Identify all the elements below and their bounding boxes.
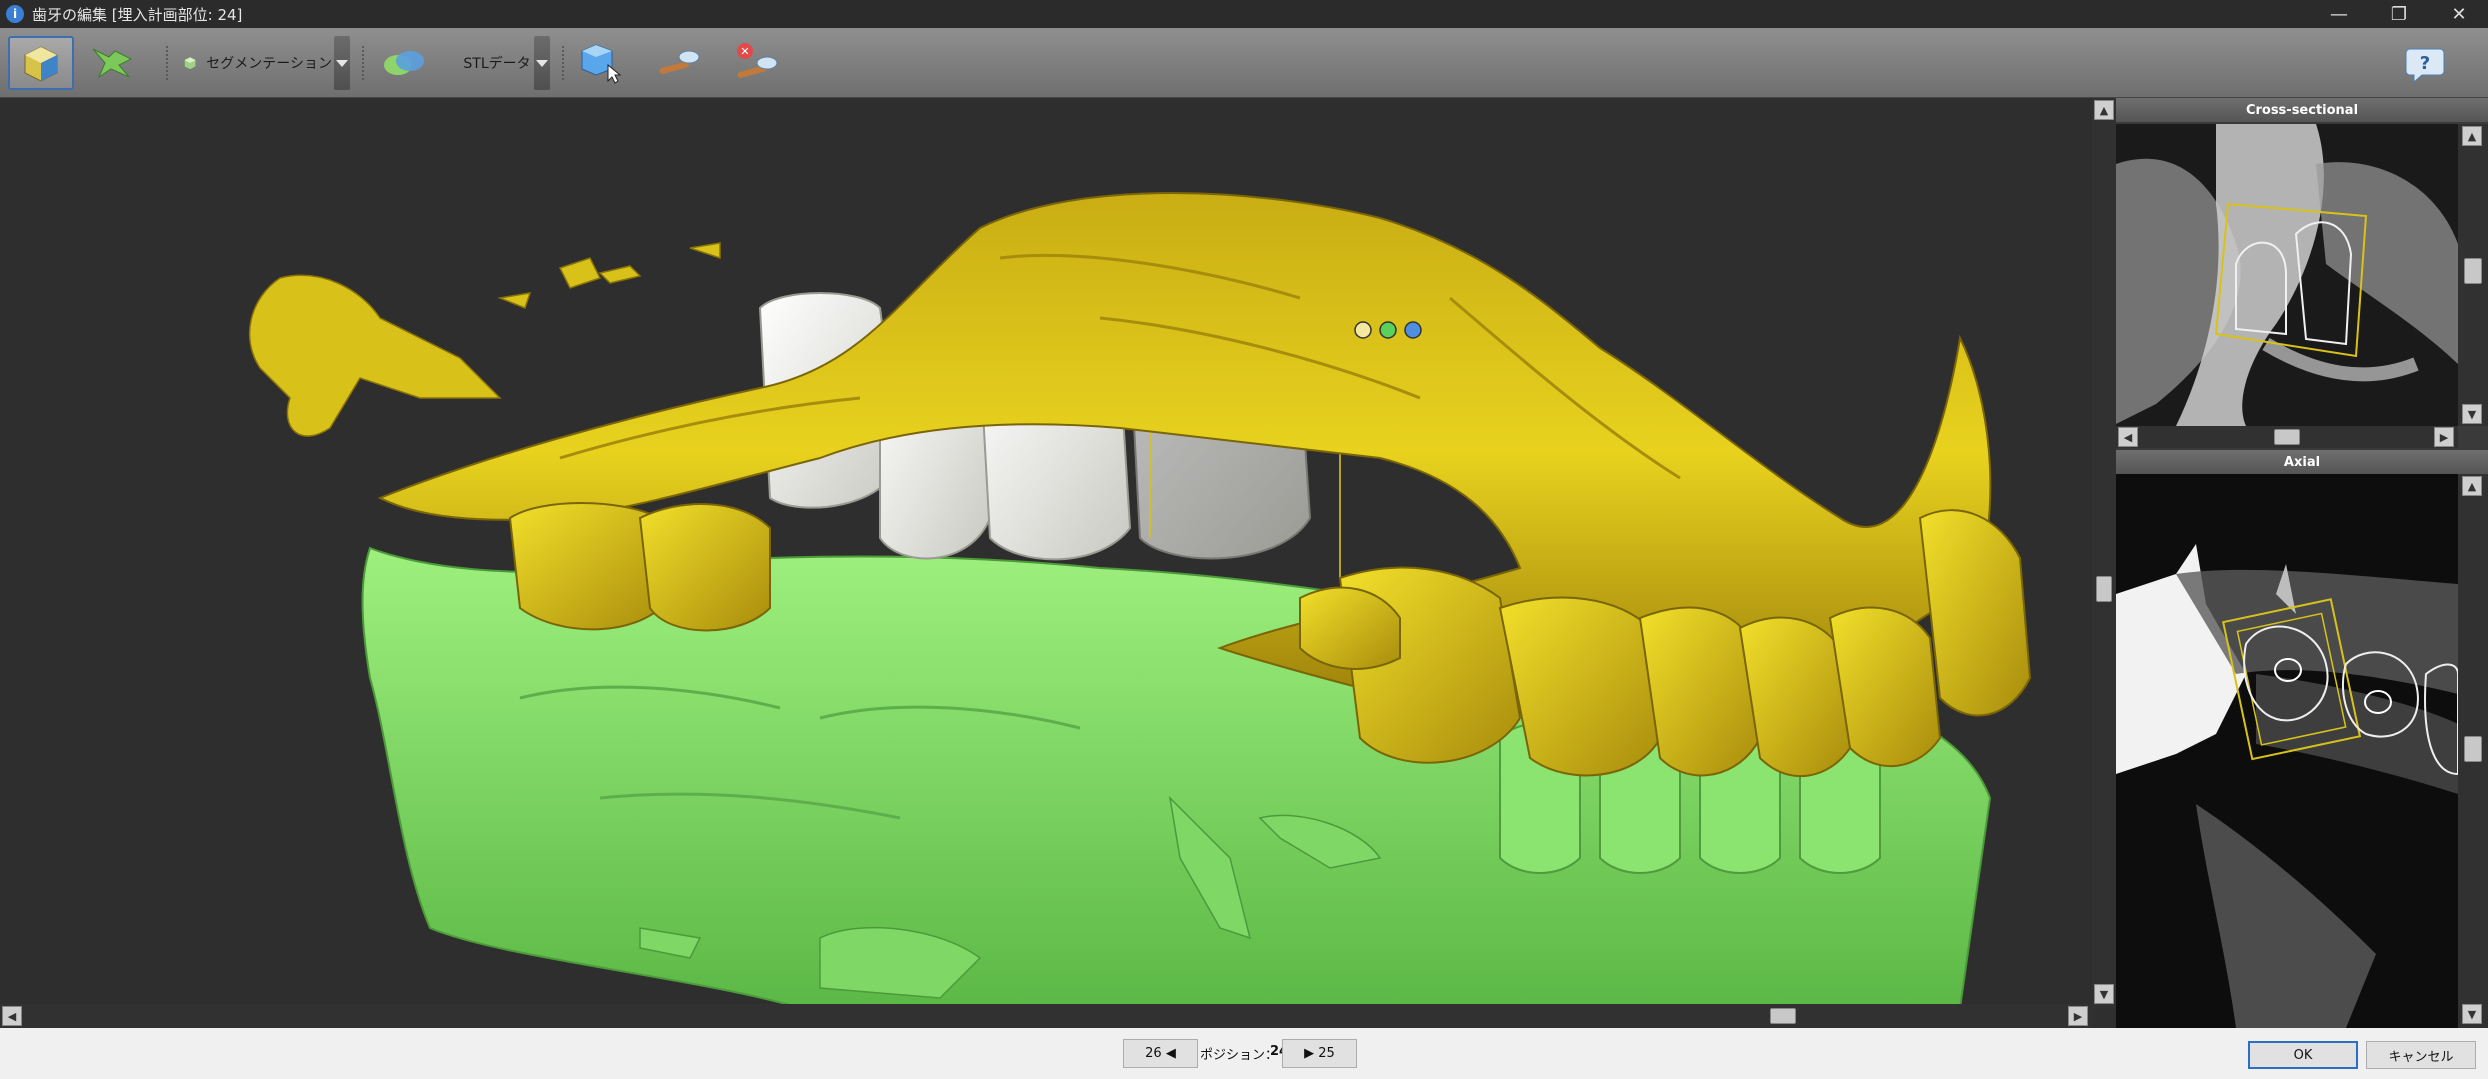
- scroll-thumb[interactable]: [2464, 736, 2482, 762]
- help-icon: ?: [2405, 48, 2445, 83]
- ok-button[interactable]: OK: [2248, 1041, 2358, 1069]
- stl-models-icon: [384, 51, 424, 75]
- stl-data-button[interactable]: STLデータ: [452, 36, 542, 90]
- position-label: ポジション：: [1200, 1048, 1279, 1063]
- scroll-left-icon[interactable]: ◀: [2, 1006, 22, 1026]
- minimize-icon[interactable]: —: [2309, 0, 2369, 28]
- axial-title: Axial: [2116, 450, 2488, 474]
- info-icon: i: [6, 5, 24, 23]
- toolbar-separator: [362, 46, 364, 80]
- cross-sectional-view[interactable]: [2116, 124, 2458, 426]
- auto-segment-button[interactable]: [84, 36, 140, 90]
- prev-tooth-button[interactable]: 26 ◀: [1123, 1039, 1198, 1068]
- toolbar: セグメンテーション STLデータ ✕ ?: [0, 28, 2488, 98]
- cross-sectional-vscroll[interactable]: ▲ ▼: [2458, 124, 2488, 426]
- stl-merge-button[interactable]: [374, 36, 434, 90]
- wand-tool-icon: [659, 50, 700, 74]
- scroll-thumb[interactable]: [2464, 258, 2482, 284]
- svg-text:✕: ✕: [740, 45, 749, 58]
- segmentation-dropdown[interactable]: [334, 36, 350, 90]
- viewport-vertical-scrollbar[interactable]: ▲ ▼: [2092, 98, 2116, 1008]
- svg-text:?: ?: [2420, 53, 2430, 74]
- scroll-up-icon[interactable]: ▲: [2094, 100, 2114, 120]
- blue-cube-pointer-icon: [581, 44, 622, 84]
- delete-tool-button[interactable]: ✕: [726, 36, 786, 90]
- viewport-horizontal-scrollbar[interactable]: ◀ ▶: [0, 1004, 2092, 1028]
- scan-fragments: [248, 242, 721, 437]
- scroll-right-icon[interactable]: ▶: [2434, 427, 2454, 447]
- help-button[interactable]: ?: [2400, 36, 2450, 90]
- cube-view-icon: [24, 46, 58, 82]
- axial-view[interactable]: [2116, 474, 2458, 1028]
- ct-slice-image: [2116, 124, 2458, 426]
- cross-sectional-title: Cross-sectional: [2116, 98, 2488, 122]
- scroll-up-icon[interactable]: ▲: [2462, 476, 2482, 496]
- measure-tool-button[interactable]: [648, 36, 708, 90]
- scroll-left-icon[interactable]: ◀: [2118, 427, 2138, 447]
- segmentation-button[interactable]: セグメンテーション: [182, 36, 332, 90]
- stl-dropdown[interactable]: [534, 36, 550, 90]
- segmentation-cube-icon: [184, 57, 197, 70]
- delete-wand-icon: ✕: [737, 43, 778, 78]
- cross-sectional-hscroll[interactable]: ◀ ▶: [2116, 426, 2458, 448]
- close-icon[interactable]: ✕: [2429, 0, 2488, 28]
- scroll-thumb[interactable]: [2274, 429, 2300, 445]
- bottom-bar: 26 ◀ ポジション： 24 ▶ 25 OK キャンセル: [0, 1028, 2488, 1079]
- side-panel: Cross-sectional ▲ ▼ ◀ ▶ Axial ▲ ▼: [2116, 98, 2488, 1028]
- 3d-model-render: [248, 192, 2032, 1008]
- split-tool-icon: [92, 48, 133, 79]
- landmark-markers: [1354, 321, 1422, 339]
- next-tooth-button[interactable]: ▶ 25: [1282, 1039, 1357, 1068]
- select-object-button[interactable]: [574, 36, 628, 90]
- ct-slice-image: [2116, 474, 2458, 1028]
- cancel-button[interactable]: キャンセル: [2366, 1041, 2476, 1069]
- toolbar-separator: [166, 46, 168, 80]
- restore-icon[interactable]: ❐: [2369, 0, 2429, 28]
- scroll-down-icon[interactable]: ▼: [2462, 1004, 2482, 1024]
- toolbar-separator: [562, 46, 564, 80]
- scroll-thumb[interactable]: [2096, 576, 2112, 602]
- title-bar: i 歯牙の編集 [埋入計画部位: 24] — ❐ ✕: [0, 0, 2488, 28]
- scroll-up-icon[interactable]: ▲: [2462, 126, 2482, 146]
- 3d-viewport[interactable]: [0, 98, 2092, 1008]
- scroll-down-icon[interactable]: ▼: [2094, 984, 2114, 1004]
- window-title: 歯牙の編集 [埋入計画部位: 24]: [32, 5, 243, 24]
- scroll-down-icon[interactable]: ▼: [2462, 404, 2482, 424]
- segmentation-label: セグメンテーション: [206, 56, 332, 72]
- view-3d-button[interactable]: [8, 36, 74, 90]
- scroll-thumb[interactable]: [1770, 1008, 1796, 1024]
- stl-data-label: STLデータ: [463, 56, 531, 72]
- scroll-right-icon[interactable]: ▶: [2068, 1006, 2088, 1026]
- axial-vscroll[interactable]: ▲ ▼: [2458, 474, 2488, 1028]
